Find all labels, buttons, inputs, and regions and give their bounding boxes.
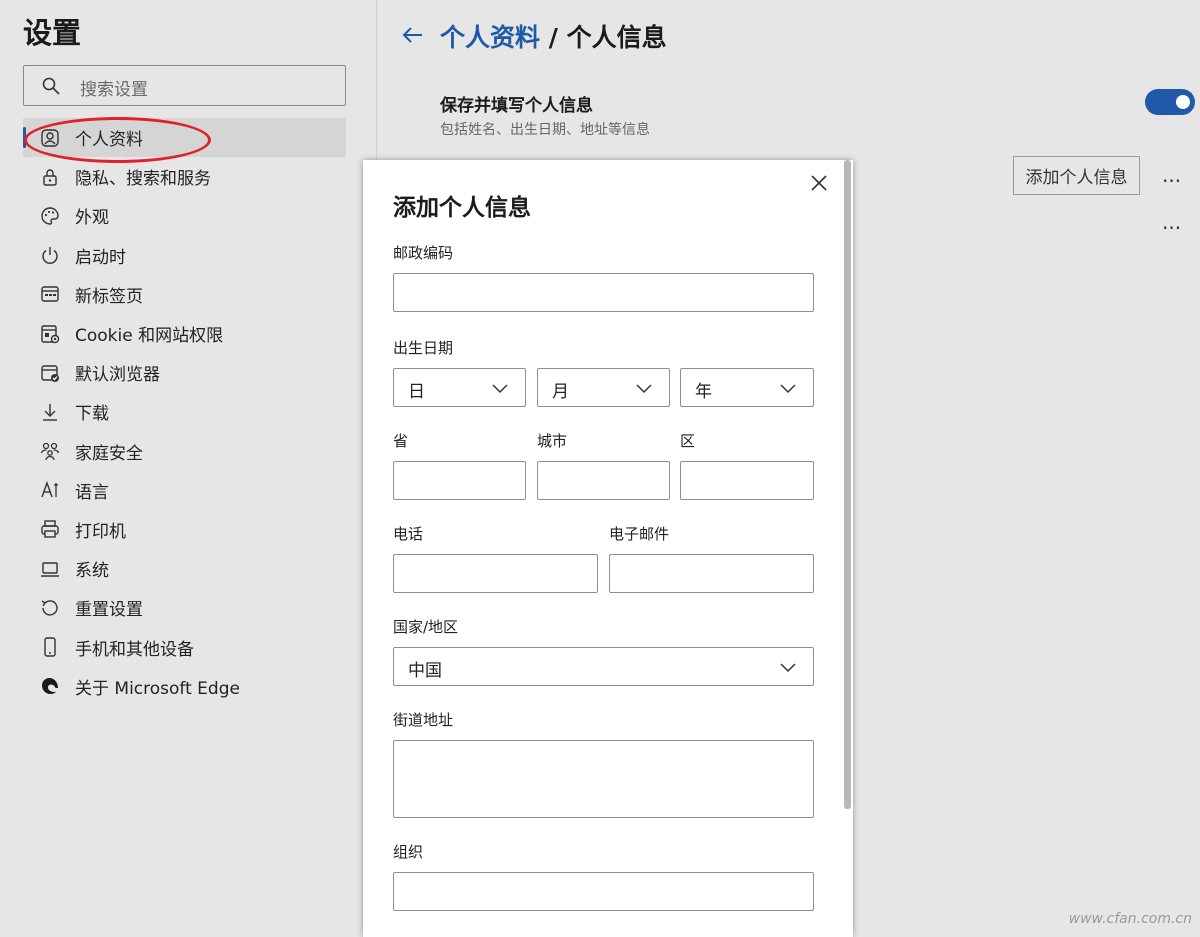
save-info-description: 包括姓名、出生日期、地址等信息	[440, 122, 650, 138]
chevron-down-icon	[780, 384, 796, 394]
country-value: 中国	[408, 661, 442, 681]
postal-code-input[interactable]	[393, 273, 814, 312]
search-placeholder: 搜索设置	[80, 80, 148, 100]
sidebar-item-default-browser[interactable]: 默认浏览器	[23, 353, 346, 392]
settings-title: 设置	[23, 16, 82, 50]
sidebar-item-label: 手机和其他设备	[75, 639, 194, 660]
birth-date-label: 出生日期	[393, 339, 454, 357]
birth-month-value: 月	[552, 382, 569, 402]
reset-icon	[39, 597, 61, 619]
more-options-icon[interactable]: ···	[1162, 171, 1182, 191]
chevron-down-icon	[636, 384, 652, 394]
language-icon	[39, 479, 61, 501]
email-input[interactable]	[609, 554, 814, 593]
birth-year-select[interactable]: 年	[680, 368, 814, 407]
phone-input[interactable]	[393, 554, 598, 593]
birth-year-value: 年	[695, 382, 712, 402]
country-select[interactable]: 中国	[393, 647, 814, 686]
breadcrumb-profile-link[interactable]: 个人资料	[440, 23, 540, 52]
sidebar-item-label: 家庭安全	[75, 443, 143, 464]
sidebar-item-cookies[interactable]: Cookie 和网站权限	[23, 314, 346, 353]
sidebar-item-languages[interactable]: 语言	[23, 471, 346, 510]
sidebar-item-label: 启动时	[75, 247, 126, 268]
sidebar-item-downloads[interactable]: 下载	[23, 392, 346, 431]
settings-nav: 个人资料 隐私、搜索和服务 外观 启动时 新标签页 Cookie 和网站权限 默…	[23, 118, 346, 706]
sidebar-item-label: Cookie 和网站权限	[75, 326, 224, 347]
sidebar-item-family[interactable]: 家庭安全	[23, 432, 346, 471]
breadcrumb-separator: /	[540, 23, 567, 52]
sidebar-item-label: 个人资料	[75, 130, 143, 151]
organization-label: 组织	[393, 843, 424, 861]
sidebar-item-startup[interactable]: 启动时	[23, 236, 346, 275]
sidebar-item-printers[interactable]: 打印机	[23, 510, 346, 549]
phone-icon	[39, 636, 61, 658]
family-icon	[39, 440, 61, 462]
district-input[interactable]	[680, 461, 814, 500]
sidebar-item-label: 外观	[75, 208, 109, 229]
download-icon	[39, 401, 61, 423]
search-settings-input[interactable]: 搜索设置	[23, 65, 346, 106]
chevron-down-icon	[780, 663, 796, 673]
sidebar-item-devices[interactable]: 手机和其他设备	[23, 627, 346, 666]
street-address-label: 街道地址	[393, 711, 454, 729]
sidebar-item-label: 语言	[75, 482, 109, 503]
toggle-knob	[1176, 95, 1190, 109]
organization-input[interactable]	[393, 872, 814, 911]
new-tab-icon	[39, 283, 61, 305]
edge-logo-icon	[39, 675, 61, 697]
phone-label: 电话	[393, 525, 424, 543]
sidebar-item-label: 隐私、搜索和服务	[75, 169, 211, 190]
district-label: 区	[680, 432, 696, 450]
birth-month-select[interactable]: 月	[537, 368, 670, 407]
printer-icon	[39, 518, 61, 540]
province-label: 省	[393, 432, 409, 450]
add-personal-info-button[interactable]: 添加个人信息	[1013, 156, 1140, 195]
street-address-textarea[interactable]	[393, 740, 814, 818]
sidebar-item-new-tab[interactable]: 新标签页	[23, 275, 346, 314]
search-icon	[42, 77, 60, 95]
profile-icon	[39, 127, 61, 149]
default-browser-icon	[39, 362, 61, 384]
email-label: 电子邮件	[609, 525, 670, 543]
site-permissions-icon	[39, 323, 61, 345]
sidebar-item-system[interactable]: 系统	[23, 549, 346, 588]
dialog-title: 添加个人信息	[393, 195, 531, 221]
birth-day-select[interactable]: 日	[393, 368, 526, 407]
lock-icon	[39, 166, 61, 188]
save-info-title: 保存并填写个人信息	[440, 96, 593, 116]
close-icon[interactable]	[808, 172, 830, 194]
postal-code-label: 邮政编码	[393, 244, 454, 262]
breadcrumb: 个人资料 / 个人信息	[440, 18, 667, 54]
country-label: 国家/地区	[393, 618, 459, 636]
sidebar-item-profile[interactable]: 个人资料	[23, 118, 346, 158]
sidebar-item-label: 默认浏览器	[75, 365, 160, 386]
dialog-scrollbar[interactable]	[844, 160, 851, 809]
add-info-dialog: 添加个人信息 邮政编码 出生日期 日 月 年 省 城市 区 电话 电子邮件 国家…	[363, 160, 853, 937]
birth-day-value: 日	[408, 382, 425, 402]
sidebar-item-label: 关于 Microsoft Edge	[75, 678, 240, 699]
city-label: 城市	[537, 432, 568, 450]
sidebar-item-appearance[interactable]: 外观	[23, 196, 346, 235]
save-info-toggle[interactable]	[1145, 89, 1195, 115]
palette-icon	[39, 205, 61, 227]
sidebar-item-reset[interactable]: 重置设置	[23, 588, 346, 627]
city-input[interactable]	[537, 461, 670, 500]
sidebar-item-label: 系统	[75, 561, 109, 582]
sidebar-item-label: 重置设置	[75, 600, 143, 621]
breadcrumb-current: 个人信息	[566, 23, 667, 52]
province-input[interactable]	[393, 461, 526, 500]
sidebar-item-label: 新标签页	[75, 286, 143, 307]
watermark: www.cfan.com.cn	[1068, 911, 1192, 927]
back-arrow-icon[interactable]	[400, 22, 426, 48]
settings-sidebar: 设置 搜索设置 个人资料 隐私、搜索和服务 外观 启动时 新标签页 Cookie…	[0, 0, 377, 937]
power-icon	[39, 244, 61, 266]
more-options-icon[interactable]: ···	[1162, 218, 1182, 238]
chevron-down-icon	[492, 384, 508, 394]
sidebar-item-about[interactable]: 关于 Microsoft Edge	[23, 667, 346, 706]
sidebar-item-label: 下载	[75, 404, 109, 425]
sidebar-item-privacy[interactable]: 隐私、搜索和服务	[23, 157, 346, 196]
laptop-icon	[39, 558, 61, 580]
sidebar-item-label: 打印机	[75, 521, 126, 542]
